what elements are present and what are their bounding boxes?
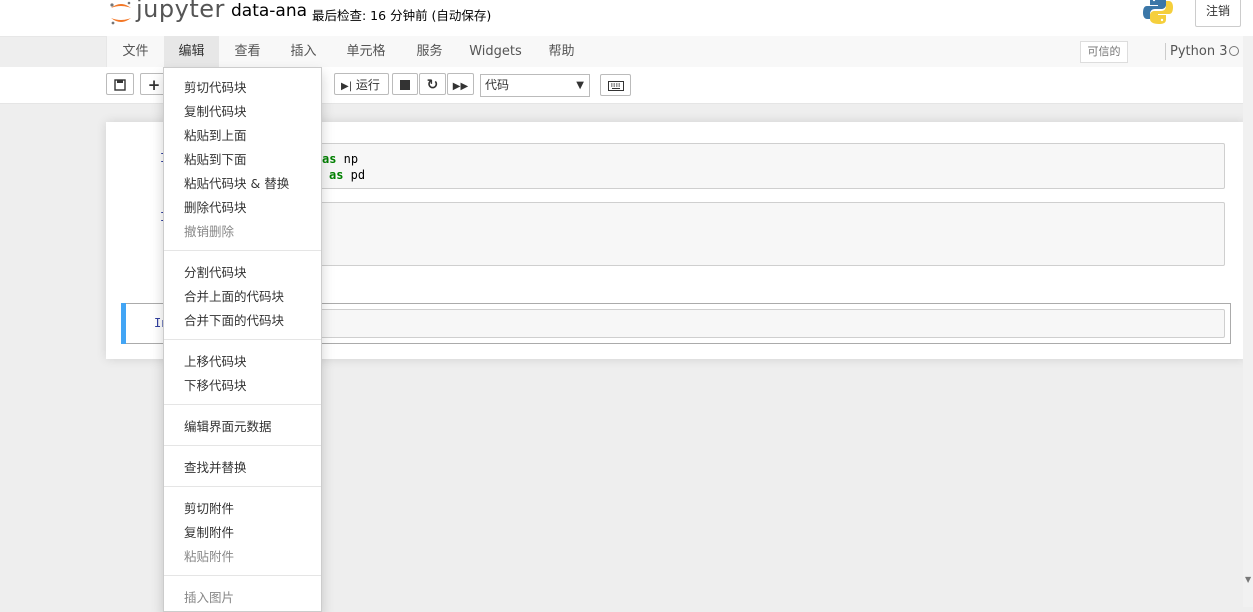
menu-item-paste-above[interactable]: 粘贴到上面: [184, 125, 247, 144]
keyboard-icon: [607, 81, 624, 91]
kernel-name: Python 3: [1170, 44, 1228, 59]
cell-type-value: 代码: [485, 78, 510, 92]
logout-button[interactable]: 注销: [1195, 0, 1241, 27]
jupyter-logo-icon: [110, 1, 131, 25]
menu-file[interactable]: 文件: [107, 36, 164, 67]
save-icon: [114, 79, 126, 91]
cell-1-input[interactable]: [273, 143, 1225, 189]
chevron-down-icon: ▼: [576, 80, 584, 91]
cell-type-select[interactable]: 代码 ▼: [480, 74, 590, 97]
menu-cell[interactable]: 单元格: [331, 36, 401, 67]
menu-item-edit-metadata[interactable]: 编辑界面元数据: [184, 416, 272, 435]
menu-item-paste-below[interactable]: 粘贴到下面: [184, 149, 247, 168]
keyword-as: as: [329, 168, 344, 182]
menubar: 文件 编辑 查看 插入 单元格 服务 Widgets 帮助 可信的 Python…: [106, 36, 1246, 68]
plus-icon: +: [147, 76, 161, 94]
refresh-icon: ↻: [426, 77, 439, 93]
cell-2-input[interactable]: [273, 202, 1225, 266]
notebook-name[interactable]: data-ana: [231, 1, 307, 21]
menu-item-copy-cell[interactable]: 复制代码块: [184, 101, 247, 120]
menu-item-delete-cell[interactable]: 删除代码块: [184, 197, 247, 216]
menu-help[interactable]: 帮助: [533, 36, 590, 67]
cell-1-code-line-1: as np: [322, 152, 358, 166]
menu-item-copy-attachments[interactable]: 复制附件: [184, 522, 234, 541]
command-palette-button[interactable]: [600, 74, 631, 96]
fast-forward-icon: ▶▶: [452, 81, 469, 92]
menu-item-cut-cell[interactable]: 剪切代码块: [184, 77, 247, 96]
menu-item-paste-replace[interactable]: 粘贴代码块 & 替换: [184, 173, 289, 192]
restart-button[interactable]: ↻: [419, 73, 446, 95]
run-label: 运行: [355, 78, 380, 92]
step-forward-icon: ▶|: [341, 81, 353, 92]
keyword-as: as: [322, 152, 337, 166]
header: jupyter data-ana 最后检查: 16 分钟前 (自动保存) 注销: [0, 0, 1253, 37]
checkpoint-status: 最后检查: 16 分钟前 (自动保存): [312, 8, 492, 23]
interrupt-button[interactable]: [392, 73, 418, 95]
stop-icon: [400, 80, 410, 90]
menu-edit[interactable]: 编辑: [164, 36, 219, 67]
code-text: np: [336, 152, 359, 166]
cell-1-code-line-2: as pd: [329, 168, 365, 182]
logo-wordmark: jupyter: [136, 0, 225, 23]
save-button[interactable]: [106, 73, 134, 95]
menu-item-undo-delete[interactable]: 撤销删除: [184, 221, 234, 240]
menu-widgets[interactable]: Widgets: [458, 36, 533, 67]
menu-item-split-cell[interactable]: 分割代码块: [184, 262, 247, 281]
menu-item-cut-attachments[interactable]: 剪切附件: [184, 498, 234, 517]
menu-divider: [164, 445, 321, 446]
cell-3-input[interactable]: [273, 309, 1225, 338]
trusted-indicator[interactable]: 可信的: [1080, 41, 1128, 63]
menu-divider: [164, 404, 321, 405]
vertical-scrollbar[interactable]: [1243, 36, 1253, 607]
code-text: pd: [343, 168, 366, 182]
menu-insert[interactable]: 插入: [276, 36, 331, 67]
menu-item-merge-below[interactable]: 合并下面的代码块: [184, 310, 284, 329]
kernel-idle-icon: [1229, 46, 1239, 56]
menu-divider: [164, 575, 321, 576]
menu-divider: [164, 250, 321, 251]
menu-divider: [164, 339, 321, 340]
menu-item-move-down[interactable]: 下移代码块: [184, 375, 247, 394]
scroll-down-icon[interactable]: ▼: [1245, 575, 1251, 584]
edit-menu-dropdown: 剪切代码块 复制代码块 粘贴到上面 粘贴到下面 粘贴代码块 & 替换 删除代码块…: [163, 67, 322, 612]
run-button[interactable]: ▶| 运行: [334, 73, 389, 95]
selected-cell-indicator: [121, 303, 126, 344]
kernel-separator: [1165, 43, 1166, 60]
menu-item-paste-attachments[interactable]: 粘贴附件: [184, 546, 234, 565]
menu-divider: [164, 486, 321, 487]
run-all-button[interactable]: ▶▶: [447, 73, 474, 95]
menu-item-move-up[interactable]: 上移代码块: [184, 351, 247, 370]
python-logo-icon: [1143, 0, 1173, 24]
menu-kernel[interactable]: 服务: [401, 36, 458, 67]
menu-view[interactable]: 查看: [219, 36, 276, 67]
menu-item-insert-image[interactable]: 插入图片: [184, 587, 234, 606]
menu-item-merge-above[interactable]: 合并上面的代码块: [184, 286, 284, 305]
menu-item-find-replace[interactable]: 查找并替换: [184, 457, 247, 476]
